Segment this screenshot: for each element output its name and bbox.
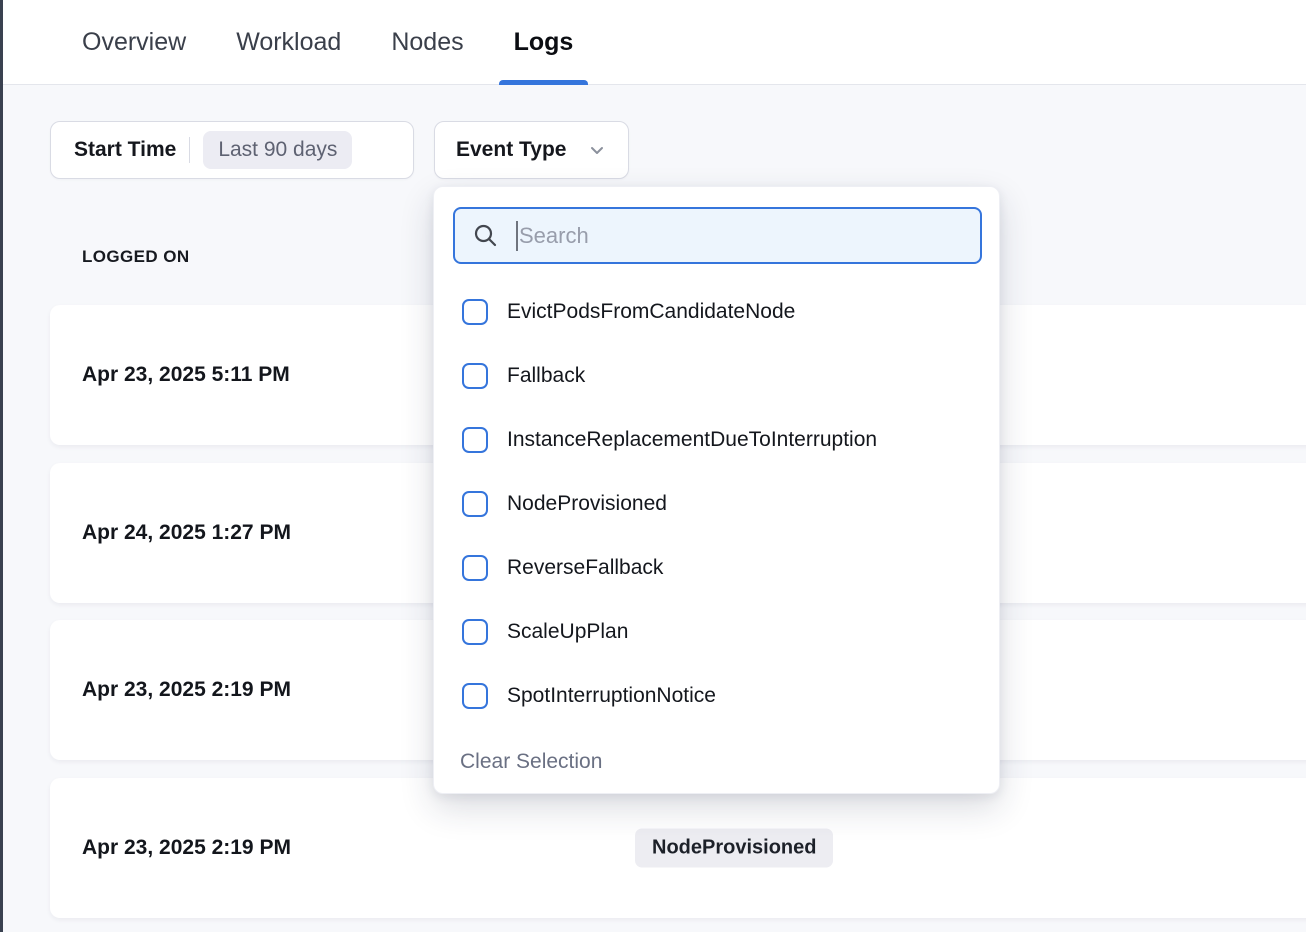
option-reversefallback[interactable]: ReverseFallback bbox=[434, 536, 999, 600]
tab-nodes[interactable]: Nodes bbox=[391, 0, 463, 84]
option-instancereplacementduetointerruption[interactable]: InstanceReplacementDueToInterruption bbox=[434, 408, 999, 472]
event-type-checkbox[interactable] bbox=[462, 427, 488, 453]
dropdown-search-box[interactable] bbox=[453, 207, 982, 264]
search-input[interactable] bbox=[519, 223, 966, 249]
start-time-value-pill: Last 90 days bbox=[203, 131, 352, 169]
event-type-checkbox[interactable] bbox=[462, 555, 488, 581]
event-type-checkbox[interactable] bbox=[462, 683, 488, 709]
event-type-label: Event Type bbox=[456, 138, 566, 162]
option-fallback[interactable]: Fallback bbox=[434, 344, 999, 408]
event-type-badge: NodeProvisioned bbox=[635, 829, 833, 868]
event-type-checkbox[interactable] bbox=[462, 363, 488, 389]
event-type-filter-button[interactable]: Event Type bbox=[434, 121, 629, 179]
event-type-options: EvictPodsFromCandidateNode Fallback Inst… bbox=[434, 280, 999, 728]
table-row: Apr 23, 2025 2:19 PM NodeProvisioned bbox=[50, 778, 1306, 918]
option-label: InstanceReplacementDueToInterruption bbox=[507, 428, 877, 452]
option-nodeprovisioned[interactable]: NodeProvisioned bbox=[434, 472, 999, 536]
sidebar-edge bbox=[0, 0, 3, 932]
option-label: EvictPodsFromCandidateNode bbox=[507, 300, 795, 324]
text-cursor bbox=[516, 221, 518, 251]
tab-overview[interactable]: Overview bbox=[82, 0, 186, 84]
logs-page: Overview Workload Nodes Logs Start Time … bbox=[0, 0, 1306, 932]
search-icon bbox=[472, 222, 499, 249]
event-type-checkbox[interactable] bbox=[462, 299, 488, 325]
logged-on-value: Apr 23, 2025 5:11 PM bbox=[82, 363, 290, 387]
event-type-dropdown: EvictPodsFromCandidateNode Fallback Inst… bbox=[433, 186, 1000, 794]
option-label: ScaleUpPlan bbox=[507, 620, 628, 644]
tab-bar: Overview Workload Nodes Logs bbox=[3, 0, 1306, 85]
start-time-label: Start Time bbox=[74, 138, 176, 162]
option-label: Fallback bbox=[507, 364, 585, 388]
tab-workload[interactable]: Workload bbox=[236, 0, 341, 84]
logged-on-value: Apr 23, 2025 2:19 PM bbox=[82, 836, 291, 860]
logged-on-value: Apr 24, 2025 1:27 PM bbox=[82, 521, 291, 545]
filter-divider bbox=[189, 137, 190, 163]
chevron-down-icon bbox=[587, 140, 607, 160]
option-label: ReverseFallback bbox=[507, 556, 663, 580]
event-type-checkbox[interactable] bbox=[462, 491, 488, 517]
option-label: NodeProvisioned bbox=[507, 492, 667, 516]
tab-logs[interactable]: Logs bbox=[514, 0, 574, 84]
start-time-filter-button[interactable]: Start Time Last 90 days bbox=[50, 121, 414, 179]
option-label: SpotInterruptionNotice bbox=[507, 684, 716, 708]
column-header-logged-on: LOGGED ON bbox=[82, 247, 190, 267]
event-type-checkbox[interactable] bbox=[462, 619, 488, 645]
option-scaleupplan[interactable]: ScaleUpPlan bbox=[434, 600, 999, 664]
logged-on-value: Apr 23, 2025 2:19 PM bbox=[82, 678, 291, 702]
option-spotinterruptionnotice[interactable]: SpotInterruptionNotice bbox=[434, 664, 999, 728]
option-evictpodsfromcandidatenode[interactable]: EvictPodsFromCandidateNode bbox=[434, 280, 999, 344]
clear-selection-button[interactable]: Clear Selection bbox=[460, 750, 602, 774]
